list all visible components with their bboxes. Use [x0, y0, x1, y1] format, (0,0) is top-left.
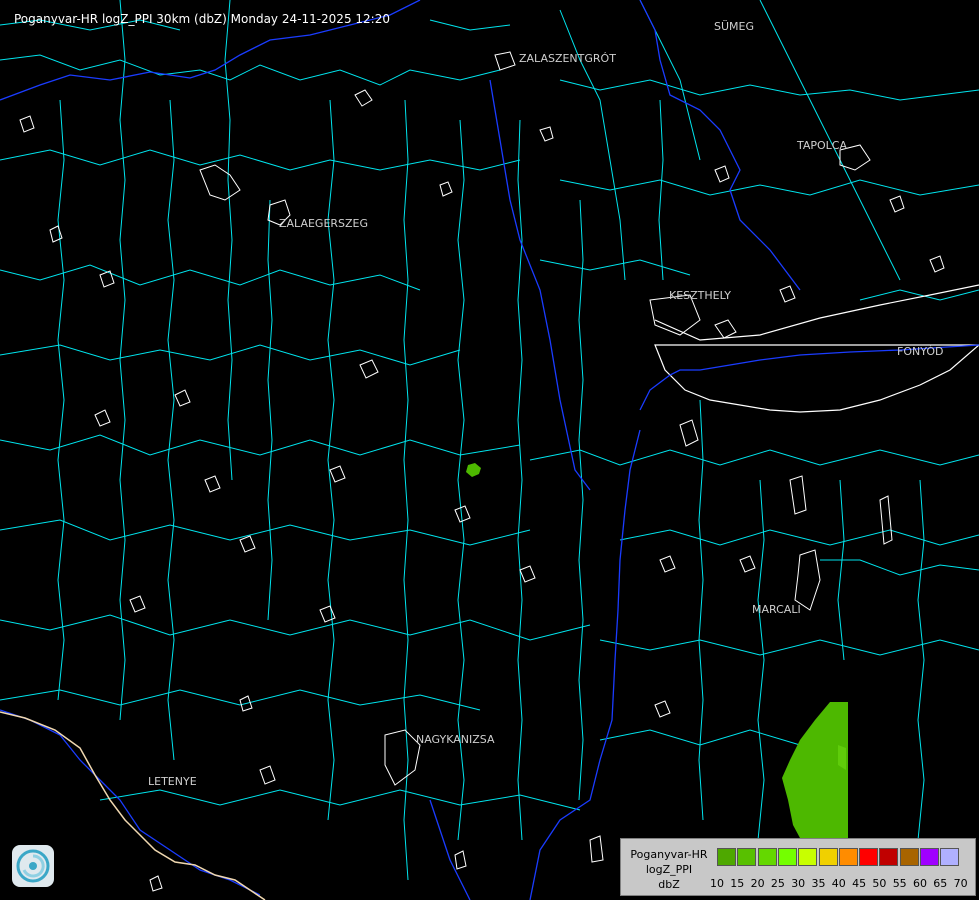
legend-swatch — [737, 848, 757, 866]
legend-tick-label: 70 — [953, 877, 968, 890]
legend-title-line: dbZ — [658, 878, 680, 891]
legend-tick-label: 55 — [892, 877, 907, 890]
legend-tick-label: 60 — [913, 877, 927, 890]
legend-swatch — [798, 848, 818, 866]
legend-swatch — [838, 848, 858, 866]
city-label-marcali: MARCALI — [752, 603, 801, 616]
city-label-sumeg: SÜMEG — [714, 20, 754, 33]
legend-tick-label: 10 — [710, 877, 724, 890]
legend-tick-label: 30 — [791, 877, 806, 890]
legend-swatch — [859, 848, 879, 866]
legend-tick-label: 20 — [750, 877, 765, 890]
legend-swatch — [717, 848, 736, 866]
legend-swatch — [777, 848, 797, 866]
legend-swatch — [899, 848, 919, 866]
legend-title-line: logZ_PPI — [645, 863, 693, 876]
radar-logo-graphic — [16, 849, 50, 883]
dbz-legend: Poganyvar-HR logZ_PPI dbZ 10 15 20 25 30 35 40… — [620, 838, 976, 896]
legend-tick-label: 45 — [852, 877, 867, 890]
city-label-keszthely: KESZTHELY — [669, 289, 732, 302]
city-label-zalaszentgrot: ZALASZENTGRÓT — [519, 52, 616, 65]
legend-tick-label: 25 — [770, 877, 785, 890]
legend-swatch — [818, 848, 838, 866]
legend-swatch — [879, 848, 899, 866]
city-label-fonyod: FONYÓD — [897, 345, 944, 358]
map-title: Poganyvar-HR logZ_PPI 30km (dbZ) Monday … — [14, 12, 390, 26]
radar-logo-icon — [12, 845, 54, 887]
legend-tick-label: 50 — [872, 877, 887, 890]
legend-tick-label: 35 — [811, 877, 826, 890]
legend-tick-label: 40 — [831, 877, 846, 890]
legend-swatch — [940, 848, 960, 866]
legend-title: Poganyvar-HR logZ_PPI dbZ — [623, 847, 715, 892]
radar-map — [0, 0, 979, 900]
city-label-letenye: LETENYE — [148, 775, 197, 788]
city-label-tapolca: TAPOLCA — [797, 139, 848, 152]
city-label-zalaegerszeg: ZALAEGERSZEG — [279, 217, 369, 230]
legend-swatch — [757, 848, 777, 866]
legend-tick-label: 65 — [933, 877, 948, 890]
legend-tick-label: 15 — [730, 877, 745, 890]
legend-swatch — [920, 848, 939, 866]
legend-title-line: Poganyvar-HR — [630, 848, 708, 861]
city-label-nagykanizsa: NAGYKANIZSA — [416, 733, 495, 746]
